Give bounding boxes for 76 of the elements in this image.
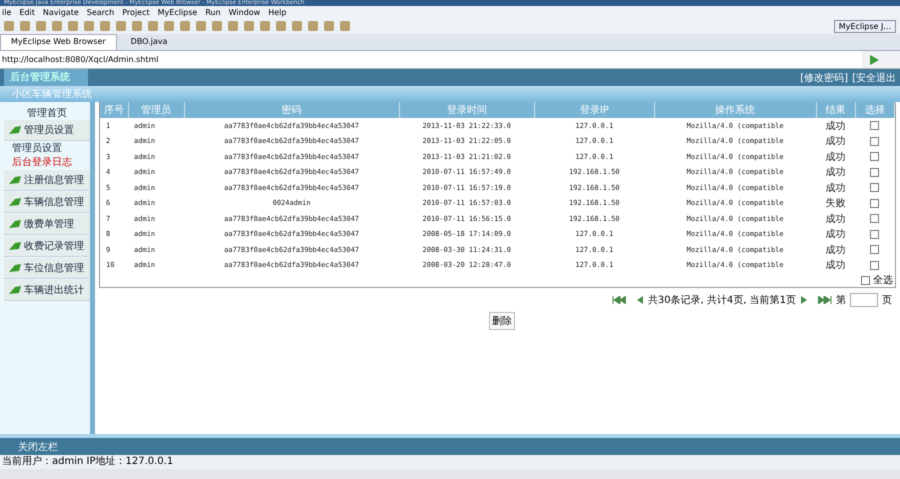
page-prefix: 第: [836, 294, 846, 307]
leaf-icon: [8, 241, 22, 251]
column-header: 序号: [100, 102, 128, 118]
table-cell-text: 成功: [824, 258, 847, 273]
editor-tab[interactable]: MyEclipse Web Browser: [0, 34, 117, 50]
site-subtitle: 小区车辆管理系统: [12, 88, 92, 101]
menu-item[interactable]: ile: [2, 8, 12, 16]
pagination-summary: 共30条记录, 共计4页, 当前第1页: [648, 294, 796, 307]
column-header: 登录IP: [534, 102, 654, 118]
sidebar-group[interactable]: 车辆信息管理: [4, 192, 90, 213]
page-suffix: 页: [882, 294, 892, 307]
table-cell-text: 失败: [824, 196, 847, 211]
column-header: 管理员: [128, 102, 184, 118]
sidebar-group[interactable]: 缴费单管理: [4, 214, 90, 235]
table-cell-text: 成功: [824, 212, 847, 226]
table-cell-text: 成功: [824, 166, 847, 180]
address-field[interactable]: http://localhost:8080/Xqcl/Admin.shtml: [0, 51, 862, 68]
row-checkbox[interactable]: [870, 245, 880, 254]
leaf-icon: [8, 175, 22, 185]
leaf-icon: [8, 125, 22, 135]
row-checkbox[interactable]: [870, 121, 880, 130]
header-link[interactable]: [修改密码]: [800, 70, 848, 84]
status-text: 当前用户：admin IP地址：127.0.0.1: [0, 455, 900, 479]
select-all-checkbox[interactable]: [861, 276, 870, 284]
sidebar-group[interactable]: 管理员设置: [4, 120, 90, 141]
row-checkbox[interactable]: [870, 136, 880, 146]
perspective-button[interactable]: MyEclipse J...: [834, 20, 896, 32]
table-cell-text: 成功: [824, 182, 847, 196]
table-cell-text: 成功: [824, 134, 847, 149]
next-page-icon[interactable]: [800, 296, 808, 304]
sidebar-link[interactable]: 后台登录日志: [4, 156, 72, 170]
sidebar-group[interactable]: 车辆进出统计: [4, 280, 90, 301]
menu-item[interactable]: Navigate: [42, 8, 79, 16]
sidebar-group[interactable]: 注册信息管理: [4, 170, 90, 191]
leaf-icon: [8, 197, 22, 207]
play-icon[interactable]: [868, 54, 880, 66]
leaf-icon: [8, 219, 22, 229]
sidebar-item[interactable]: 管理首页: [4, 106, 90, 120]
table-cell-text: 成功: [824, 228, 847, 242]
row-checkbox[interactable]: [870, 183, 880, 192]
row-checkbox[interactable]: [870, 198, 880, 208]
column-header: 密码: [184, 102, 400, 118]
row-checkbox[interactable]: [870, 230, 880, 239]
leaf-icon: [8, 285, 22, 295]
column-header: 操作系统: [654, 102, 816, 118]
row-checkbox[interactable]: [870, 214, 880, 224]
column-header: 登录时间: [399, 102, 535, 118]
table-cell: 成功: [816, 118, 856, 134]
row-checkbox[interactable]: [870, 168, 880, 177]
collapse-sidebar-link[interactable]: 关闭左栏: [18, 440, 58, 454]
last-page-icon[interactable]: [818, 296, 832, 304]
row-checkbox[interactable]: [870, 152, 880, 162]
first-page-icon[interactable]: [612, 296, 626, 304]
menu-item[interactable]: Project: [122, 8, 150, 16]
site-logo: 后台管理系统: [4, 69, 88, 86]
table-cell-text: 成功: [824, 150, 847, 164]
page-number-field[interactable]: [850, 293, 878, 307]
menu-item[interactable]: Window: [228, 8, 260, 16]
editor-tab[interactable]: DBO.java: [120, 35, 178, 50]
row-checkbox[interactable]: [870, 260, 880, 270]
menu-item[interactable]: Help: [268, 8, 286, 16]
sidebar-link[interactable]: 管理员设置: [4, 142, 62, 156]
menu-item[interactable]: Edit: [19, 8, 35, 16]
column-header: 结果: [816, 102, 856, 118]
column-header: 选择: [855, 102, 894, 118]
menu-item[interactable]: MyEclipse: [158, 8, 198, 16]
sidebar-group[interactable]: 收费记录管理: [4, 236, 90, 257]
table-cell-text: 成功: [824, 244, 847, 258]
menu-item[interactable]: Run: [205, 8, 221, 16]
header-link[interactable]: [安全退出: [852, 70, 896, 84]
menu-item[interactable]: Search: [86, 8, 114, 16]
delete-button[interactable]: 删除: [489, 312, 515, 330]
leaf-icon: [8, 263, 22, 273]
select-all-label: 全选: [873, 274, 893, 287]
sidebar-group[interactable]: 车位信息管理: [4, 258, 90, 279]
previous-page-icon[interactable]: [636, 296, 644, 304]
